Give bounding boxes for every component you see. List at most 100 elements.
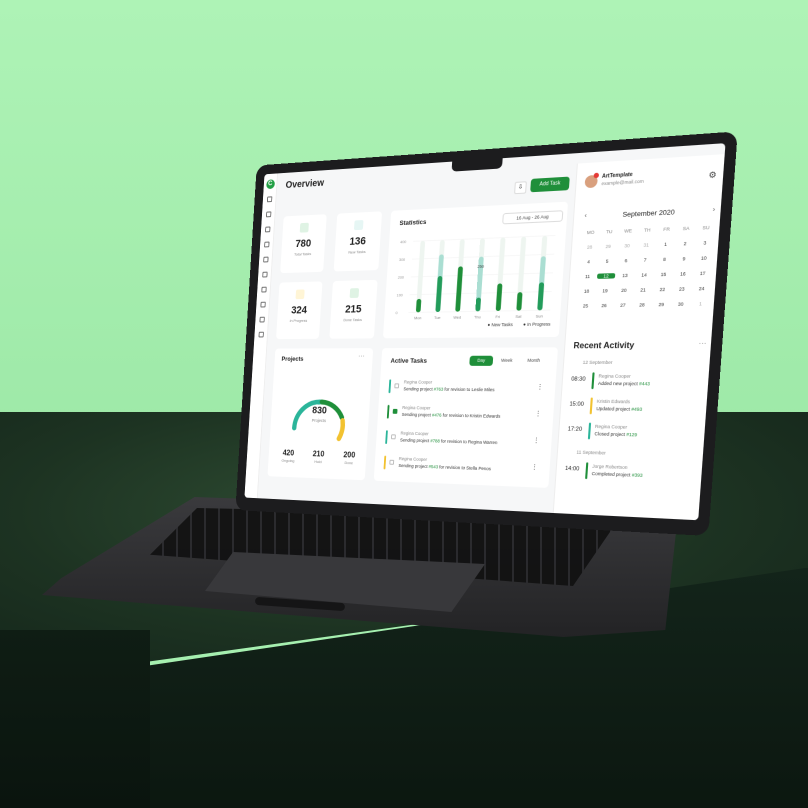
calendar-day[interactable]: 28	[580, 244, 599, 250]
activity-color-bar	[585, 462, 588, 479]
calendar-day[interactable]: 1	[690, 301, 710, 307]
box-icon[interactable]	[265, 227, 270, 233]
tab-week[interactable]: Week	[495, 356, 519, 366]
mail-icon[interactable]	[264, 242, 269, 248]
task-checkbox[interactable]	[391, 434, 396, 439]
activity-item[interactable]: 14:00 Jorge Robertson Completed project #3…	[564, 462, 699, 490]
calendar-day[interactable]: 3	[695, 240, 715, 246]
calendar-day[interactable]: 26	[595, 303, 614, 309]
calendar-day[interactable]: 21	[633, 287, 653, 293]
activity-item[interactable]: 08:30 Regina Cooper Added new project #443	[570, 372, 705, 396]
x-tick-label: Thu	[474, 315, 481, 319]
calendar-day[interactable]: 20	[614, 287, 633, 293]
calendar-day[interactable]: 30	[671, 301, 691, 307]
calendar-day[interactable]: 4	[579, 259, 598, 265]
add-task-button[interactable]: Add Task	[530, 177, 570, 193]
calendar-day-selected[interactable]: 12	[597, 273, 616, 279]
task-tag[interactable]: #788	[430, 438, 440, 443]
stat-card-new-tasks[interactable]: 136 New Tasks	[334, 211, 382, 271]
activity-item[interactable]: 17:20 Regina Cooper Closed project #129	[567, 422, 702, 449]
folder-icon[interactable]	[260, 302, 265, 308]
calendar-day[interactable]: 16	[673, 271, 693, 277]
layers-icon[interactable]	[261, 287, 266, 293]
kebab-menu-icon[interactable]: ⋮	[533, 437, 540, 444]
laptop-lid: C Overview ⇩ Add Task 780 Total Tasks 13…	[235, 131, 737, 536]
calendar-day[interactable]: 31	[636, 242, 656, 248]
kebab-menu-icon[interactable]: ⋮	[535, 410, 542, 417]
task-row[interactable]: Regina Cooper Sending project #788 for re…	[385, 428, 540, 454]
task-tag[interactable]: #763	[434, 387, 444, 392]
task-text-suffix: for revision to Regina Warren	[440, 439, 498, 446]
gear-icon[interactable]: ⚙	[708, 170, 717, 180]
grid-icon[interactable]	[267, 196, 272, 202]
calendar-day[interactable]: 6	[616, 258, 635, 264]
tablet-icon[interactable]	[258, 332, 263, 338]
task-tag[interactable]: #543	[429, 464, 439, 469]
calendar-day[interactable]: 10	[694, 255, 714, 261]
calendar-year: 2020	[659, 209, 675, 217]
cart-icon[interactable]	[266, 211, 271, 217]
bar-new-tasks[interactable]	[455, 266, 463, 311]
app-logo-icon[interactable]: C	[266, 179, 275, 189]
task-row[interactable]: Regina Cooper Sending project #763 for re…	[388, 377, 544, 401]
tab-month[interactable]: Month	[520, 356, 547, 366]
download-icon[interactable]: ⇩	[514, 181, 527, 194]
calendar-day[interactable]: 29	[651, 302, 671, 308]
task-tag[interactable]: #476	[432, 412, 442, 417]
task-description: Sending project #543 for revision to Ste…	[398, 463, 491, 471]
calendar-day[interactable]: 5	[598, 258, 617, 264]
kebab-menu-icon[interactable]: ⋮	[531, 464, 538, 471]
calendar-day[interactable]: 7	[635, 257, 655, 263]
kebab-menu-icon[interactable]: ⋮	[537, 383, 544, 390]
calendar-day[interactable]: 22	[652, 287, 672, 293]
bar-in-progress[interactable]	[435, 254, 444, 312]
stat-value: 324	[277, 304, 321, 316]
activity-item[interactable]: 15:00 Kristin Edwards Updated project #493	[568, 397, 703, 422]
task-checkbox[interactable]	[393, 409, 398, 414]
calendar-day-name: SU	[696, 224, 716, 230]
task-checkbox[interactable]	[389, 460, 394, 465]
calendar-day[interactable]: 30	[617, 243, 636, 249]
calendar-day[interactable]: 1	[656, 241, 676, 247]
calendar-day[interactable]: 11	[578, 274, 597, 280]
calendar-month: September	[622, 210, 657, 219]
calendar-day[interactable]: 15	[654, 271, 674, 277]
task-row[interactable]: Regina Cooper Sending project #476 for re…	[386, 403, 541, 428]
calendar-day[interactable]: 28	[632, 302, 652, 308]
bar-new-tasks[interactable]	[416, 299, 422, 312]
calendar-day[interactable]: 19	[596, 288, 615, 294]
activity-tag[interactable]: #129	[626, 432, 637, 438]
calendar-day[interactable]: 27	[613, 302, 632, 308]
active-tasks-card: Active Tasks Day Week Month Regina Coope…	[374, 347, 558, 488]
bar-new-tasks[interactable]	[496, 283, 503, 311]
notification-badge	[593, 173, 599, 179]
stat-card-total-tasks[interactable]: 780 Total Tasks	[280, 214, 327, 273]
chevron-left-icon[interactable]: ‹	[584, 213, 587, 219]
stat-card-in-progress[interactable]: 324 In Progress	[276, 281, 322, 339]
calendar-day[interactable]: 23	[672, 286, 692, 292]
calendar-day[interactable]: 24	[692, 286, 712, 292]
calendar-day[interactable]: 8	[655, 256, 675, 262]
calendar-day[interactable]: 13	[615, 273, 634, 279]
calendar-day[interactable]: 14	[634, 272, 654, 278]
calendar-day[interactable]: 18	[577, 288, 596, 294]
activity-tag[interactable]: #393	[632, 472, 643, 478]
calendar-day[interactable]: 9	[674, 256, 694, 262]
task-checkbox[interactable]	[394, 383, 399, 388]
calendar-day[interactable]: 25	[576, 303, 595, 309]
bar-new-tasks[interactable]	[516, 292, 522, 311]
activity-tag[interactable]: #493	[631, 406, 642, 411]
tab-day[interactable]: Day	[469, 356, 493, 366]
bar-in-progress[interactable]	[537, 256, 546, 310]
document-icon[interactable]	[259, 317, 264, 323]
chevron-right-icon[interactable]: ›	[712, 207, 715, 214]
calendar-day[interactable]: 29	[599, 243, 618, 249]
clipboard-icon[interactable]	[262, 272, 267, 278]
task-row[interactable]: Regina Cooper Sending project #543 for re…	[383, 454, 538, 482]
calendar-day[interactable]: 17	[693, 270, 713, 276]
more-icon[interactable]: ···	[698, 340, 706, 348]
activity-tag[interactable]: #443	[639, 381, 650, 386]
users-icon[interactable]	[263, 257, 268, 263]
calendar-day[interactable]: 2	[675, 241, 695, 247]
stat-card-done-tasks[interactable]: 215 Done Tasks	[329, 280, 377, 339]
